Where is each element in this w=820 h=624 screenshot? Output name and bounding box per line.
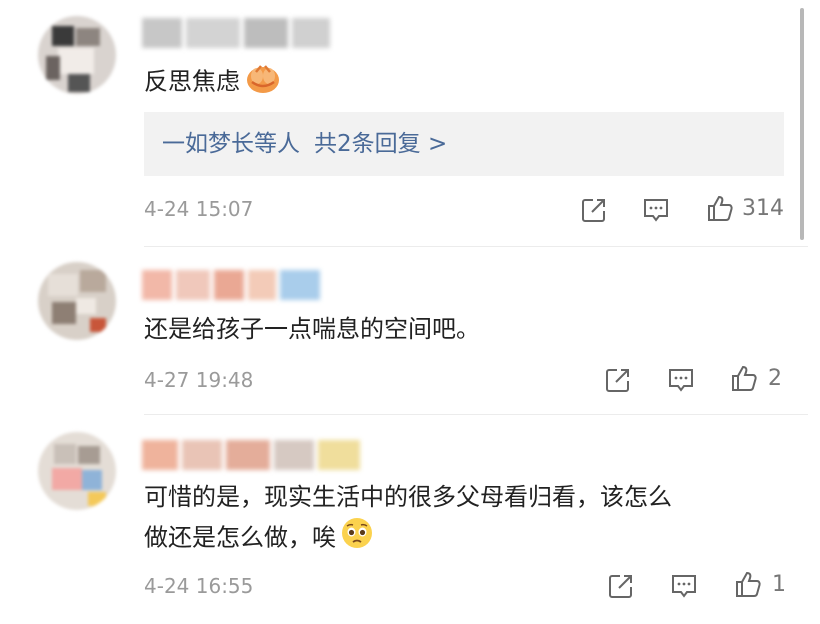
comment-item: 反思焦虑 一如梦长等人 共2条回复 > 4-24 15:07 314 — [0, 0, 820, 240]
forward-icon — [609, 575, 632, 598]
comment-text: 还是给孩子一点喘息的空间吧。 — [144, 315, 480, 343]
divider — [144, 246, 808, 247]
comment-button[interactable] — [667, 366, 695, 394]
replies-summary[interactable]: 一如梦长等人 共2条回复 > — [144, 112, 784, 176]
comment-icon — [672, 575, 696, 598]
forward-button[interactable] — [607, 572, 635, 600]
clasped-hands-emoji — [244, 60, 282, 105]
comment-item: 可惜的是，现实生活中的很多父母看归看，该怎么 做还是怎么做，唉 4-24 16:… — [0, 420, 820, 624]
forward-icon — [582, 199, 605, 222]
username[interactable] — [142, 270, 320, 300]
comment-time: 4-27 19:48 — [144, 368, 254, 392]
avatar[interactable] — [38, 432, 116, 510]
like-button[interactable] — [730, 364, 758, 392]
comment-time: 4-24 16:55 — [144, 574, 254, 598]
avatar[interactable] — [38, 16, 116, 94]
thumbs-up-icon — [736, 571, 761, 597]
like-count: 314 — [742, 196, 784, 221]
thumbs-up-icon — [708, 195, 733, 221]
username[interactable] — [142, 440, 360, 470]
divider — [144, 414, 808, 415]
like-button[interactable] — [706, 194, 734, 222]
like-button[interactable] — [734, 570, 762, 598]
comment-text: 可惜的是，现实生活中的很多父母看归看，该怎么 做还是怎么做，唉 — [144, 478, 672, 561]
comment-icon — [669, 369, 693, 392]
comment-icon — [644, 199, 668, 222]
username[interactable] — [142, 18, 330, 48]
reply-names[interactable]: 一如梦长等人 — [162, 131, 300, 157]
like-count: 2 — [768, 366, 782, 391]
comment-time: 4-24 15:07 — [144, 197, 254, 221]
comment-text: 反思焦虑 — [144, 60, 282, 105]
comment-item: 还是给孩子一点喘息的空间吧。 4-27 19:48 2 — [0, 252, 820, 412]
forward-button[interactable] — [604, 366, 632, 394]
pleading-face-emoji — [340, 516, 374, 561]
reply-count-link[interactable]: 共2条回复 > — [314, 131, 447, 157]
scrollbar[interactable] — [800, 8, 804, 240]
thumbs-up-icon — [732, 365, 757, 391]
forward-button[interactable] — [580, 196, 608, 224]
comment-button[interactable] — [642, 196, 670, 224]
like-count: 1 — [772, 572, 786, 597]
forward-icon — [606, 369, 629, 392]
comment-button[interactable] — [670, 572, 698, 600]
avatar[interactable] — [38, 262, 116, 340]
